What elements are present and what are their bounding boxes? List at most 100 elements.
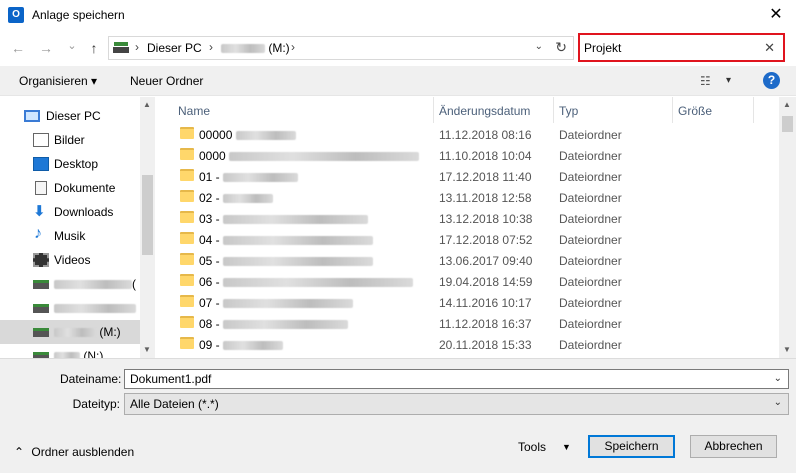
filename-field[interactable]: Dokument1.pdf ⌄ [124, 369, 789, 389]
scroll-up-icon[interactable]: ▲ [143, 100, 151, 109]
file-row[interactable]: 00000 11.12.2018 08:16 Dateiordner [172, 124, 772, 145]
network-drive-icon [33, 280, 49, 289]
chevron-down-icon[interactable]: ⌄ [535, 41, 543, 52]
refresh-icon[interactable]: ↻ [555, 39, 567, 56]
file-date: 11.12.2018 08:16 [439, 128, 532, 142]
column-header-size[interactable]: Größe [678, 97, 754, 123]
file-name: 01 - [199, 170, 299, 184]
file-name: 07 - [199, 296, 354, 310]
folder-icon [180, 316, 194, 328]
file-row[interactable]: 07 - 14.11.2016 10:17 Dateiordner [172, 292, 772, 313]
file-row[interactable]: 03 - 13.12.2018 10:38 Dateiordner [172, 208, 772, 229]
breadcrumb-separator[interactable]: › [291, 40, 295, 54]
file-row[interactable]: 01 - 17.12.2018 11:40 Dateiordner [172, 166, 772, 187]
hide-folders-button[interactable]: ⌃ Ordner ausblenden [14, 445, 134, 459]
file-type: Dateiordner [559, 149, 622, 163]
sort-ascending-icon: ⌃ [320, 97, 329, 103]
file-row[interactable]: 04 - 17.12.2018 07:52 Dateiordner [172, 229, 772, 250]
scrollbar-thumb[interactable] [142, 175, 153, 255]
file-name: 05 - [199, 254, 374, 268]
search-box[interactable]: ✕ [578, 33, 785, 62]
view-dropdown-icon[interactable]: ▾ [726, 75, 731, 86]
sidebar-item-desktop[interactable]: Desktop [0, 152, 140, 176]
sidebar-item-drive-n[interactable]: (N:) [0, 344, 140, 358]
redacted-text [223, 299, 354, 309]
sidebar-item-drive-m[interactable]: (M:) [0, 320, 140, 344]
file-row[interactable]: 06 - 19.04.2018 14:59 Dateiordner [172, 271, 772, 292]
documents-icon [35, 181, 47, 195]
network-drive-icon [33, 328, 49, 337]
scrollbar-thumb[interactable] [782, 116, 793, 132]
folder-icon [180, 190, 194, 202]
downloads-icon: ⬇ [33, 203, 46, 220]
column-header-name[interactable]: ⌃ Name [178, 97, 434, 123]
sidebar-item-music[interactable]: ♪ Musik [0, 224, 140, 248]
view-options-icon[interactable]: ☷ [700, 74, 711, 88]
breadcrumb-separator[interactable]: › [135, 40, 139, 54]
back-button[interactable]: ← [8, 40, 28, 56]
file-type: Dateiordner [559, 317, 622, 331]
sidebar-item-videos[interactable]: Videos [0, 248, 140, 272]
sidebar-item-pictures[interactable]: Bilder [0, 128, 140, 152]
folder-icon [180, 211, 194, 223]
redacted-text [223, 194, 274, 204]
new-folder-button[interactable]: Neuer Ordner [130, 74, 203, 88]
sidebar-item-documents[interactable]: Dokumente [0, 176, 140, 200]
forward-button[interactable]: → [36, 40, 56, 56]
save-button[interactable]: Speichern [588, 435, 675, 458]
scroll-down-icon[interactable]: ▼ [783, 345, 791, 354]
file-row[interactable]: 0000 11.10.2018 10:04 Dateiordner [172, 145, 772, 166]
scroll-down-icon[interactable]: ▼ [143, 345, 151, 354]
file-type: Dateiordner [559, 254, 622, 268]
pictures-icon [33, 133, 49, 147]
organize-button[interactable]: Organisieren ▾ [19, 74, 97, 88]
desktop-icon [33, 157, 49, 171]
breadcrumb-separator[interactable]: › [209, 40, 213, 54]
help-icon[interactable]: ? [763, 72, 780, 89]
sidebar-item-this-pc[interactable]: Dieser PC [0, 104, 140, 128]
file-date: 14.11.2016 10:17 [439, 296, 532, 310]
file-date: 17.12.2018 07:52 [439, 233, 533, 247]
file-type: Dateiordner [559, 170, 622, 184]
file-date: 11.12.2018 16:37 [439, 317, 532, 331]
scroll-up-icon[interactable]: ▲ [783, 100, 791, 109]
close-button[interactable]: ✕ [756, 0, 796, 30]
up-button[interactable]: ↑ [84, 40, 104, 56]
file-list-scrollbar[interactable]: ▲ ▼ [779, 97, 796, 358]
clear-search-icon[interactable]: ✕ [764, 40, 775, 56]
tools-dropdown-icon[interactable]: ▼ [562, 442, 571, 452]
file-name: 08 - [199, 317, 349, 331]
sidebar-item-network-drive[interactable]: ( [0, 272, 140, 296]
cancel-button[interactable]: Abbrechen [690, 435, 777, 458]
redacted-text [223, 173, 299, 183]
outlook-icon: O [8, 7, 24, 23]
file-name: 06 - [199, 275, 414, 289]
chevron-down-icon: ⌄ [773, 397, 782, 408]
file-name: 0000 [199, 149, 420, 163]
breadcrumb-drive[interactable]: (M:) [221, 41, 290, 55]
sidebar-item-network-drive[interactable] [0, 296, 140, 320]
file-row[interactable]: 02 - 13.11.2018 12:58 Dateiordner [172, 187, 772, 208]
folder-icon [180, 148, 194, 160]
window-title: Anlage speichern [32, 8, 125, 22]
chevron-up-icon: ⌃ [14, 445, 25, 459]
chevron-down-icon[interactable]: ⌄ [774, 373, 782, 384]
breadcrumb-this-pc[interactable]: Dieser PC [147, 41, 202, 55]
sidebar-item-downloads[interactable]: ⬇ Downloads [0, 200, 140, 224]
redacted-text [221, 44, 265, 54]
column-header-date[interactable]: Änderungsdatum [439, 97, 554, 123]
file-row[interactable]: 09 - 20.11.2018 15:33 Dateiordner [172, 334, 772, 355]
recent-locations-button[interactable]: ⌄ [62, 39, 82, 52]
sidebar-scrollbar[interactable]: ▲ ▼ [140, 97, 155, 358]
file-row[interactable]: 08 - 11.12.2018 16:37 Dateiordner [172, 313, 772, 334]
search-input[interactable] [584, 39, 754, 57]
filetype-select[interactable]: Alle Dateien (*.*) ⌄ [124, 393, 789, 415]
tools-button[interactable]: Tools [518, 440, 546, 454]
address-bar[interactable]: › Dieser PC › (M:) › ⌄ ↻ [108, 36, 574, 60]
file-type: Dateiordner [559, 296, 622, 310]
column-header-type[interactable]: Typ [559, 97, 673, 123]
folder-icon [180, 274, 194, 286]
file-row[interactable]: 05 - 13.06.2017 09:40 Dateiordner [172, 250, 772, 271]
file-name: 09 - [199, 338, 284, 352]
file-type: Dateiordner [559, 275, 622, 289]
